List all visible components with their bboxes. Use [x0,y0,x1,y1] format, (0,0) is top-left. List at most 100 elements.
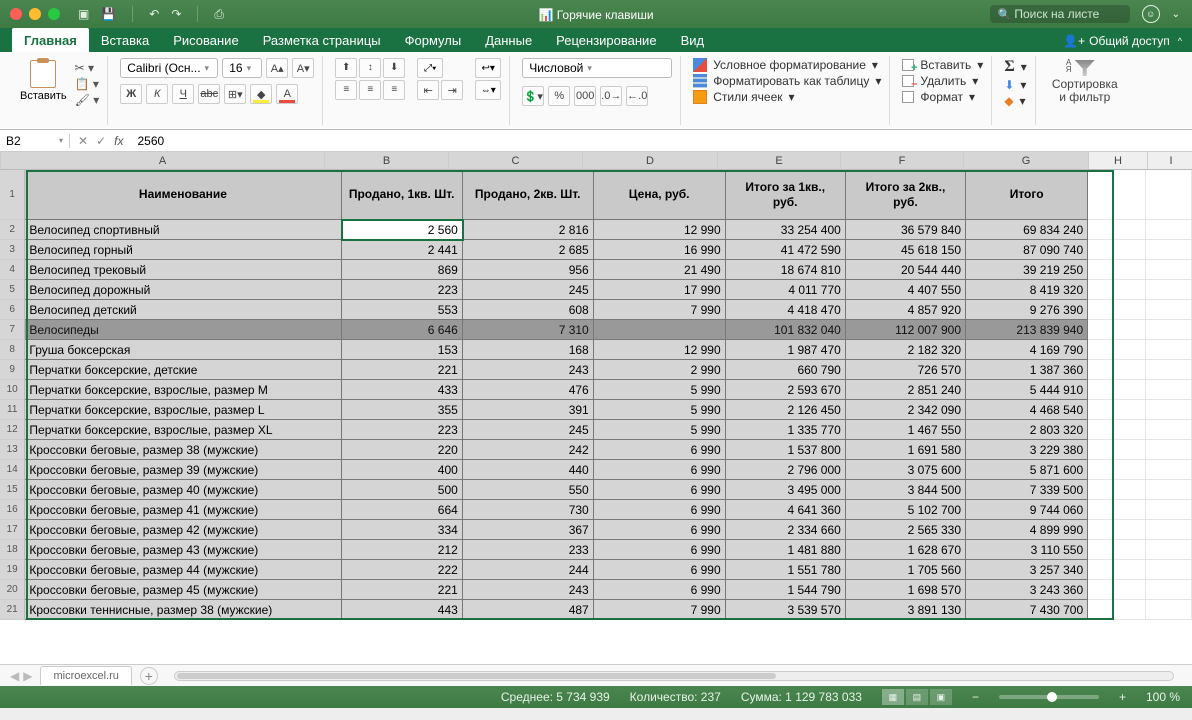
cell[interactable] [1088,220,1146,240]
row-header[interactable]: 20 [0,580,25,600]
cell[interactable]: 7 339 500 [966,480,1088,500]
redo-icon[interactable]: ↷ [171,7,181,21]
cell[interactable]: 153 [342,340,463,360]
cell[interactable]: 2 796 000 [726,460,846,480]
cell[interactable] [1088,170,1146,220]
cell[interactable] [1146,380,1192,400]
cell[interactable]: Продано, 1кв. Шт. [342,170,463,220]
col-header-F[interactable]: F [841,152,964,169]
cell[interactable]: Кроссовки беговые, размер 39 (мужские) [25,460,341,480]
cell[interactable]: Продано, 2кв. Шт. [463,170,594,220]
cell[interactable] [1146,560,1192,580]
cell[interactable]: 391 [463,400,594,420]
col-header-D[interactable]: D [583,152,718,169]
cell[interactable]: 7 430 700 [966,600,1088,620]
formula-input[interactable]: 2560 [131,134,170,148]
cell[interactable]: 4 169 790 [966,340,1088,360]
cell[interactable]: Перчатки боксерские, взрослые, размер XL [25,420,341,440]
row-header[interactable]: 13 [0,440,25,460]
clear-button[interactable]: ◆ ▾ [1004,94,1027,108]
cell[interactable]: 242 [463,440,594,460]
row-header[interactable]: 21 [0,600,25,620]
horizontal-scrollbar[interactable] [174,671,1174,681]
cell[interactable]: 4 011 770 [726,280,846,300]
cell[interactable]: 3 257 340 [966,560,1088,580]
align-top[interactable]: ⬆ [335,58,357,78]
cell[interactable]: 233 [463,540,594,560]
row-header[interactable]: 11 [0,400,25,420]
cell[interactable] [1088,400,1146,420]
decrease-font-icon[interactable]: A▾ [292,58,314,78]
cell[interactable]: 5 990 [594,420,726,440]
row-header[interactable]: 16 [0,500,25,520]
cell[interactable]: 245 [463,280,594,300]
cell[interactable]: Велосипед дорожный [25,280,341,300]
merge-button[interactable]: ⇔▾ [475,80,501,100]
bold-button[interactable]: Ж [120,84,142,104]
cell[interactable]: Кроссовки беговые, размер 45 (мужские) [25,580,341,600]
confirm-formula-icon[interactable]: ✓ [96,134,106,148]
cell[interactable] [1146,170,1192,220]
cell[interactable]: 223 [342,420,463,440]
cell[interactable]: 223 [342,280,463,300]
fill-button[interactable]: ⬇ ▾ [1004,78,1027,92]
cell[interactable]: 1 387 360 [966,360,1088,380]
cell[interactable]: 2 126 450 [726,400,846,420]
cell[interactable]: 1 551 780 [726,560,846,580]
row-header[interactable]: 2 [0,220,25,240]
cell[interactable]: 221 [342,580,463,600]
sheet-tab[interactable]: microexcel.ru [40,666,131,685]
cell[interactable]: 1 628 670 [846,540,966,560]
row-header[interactable]: 19 [0,560,25,580]
fill-color-button[interactable]: ◆ [250,84,272,104]
cell[interactable] [1146,340,1192,360]
col-header-I[interactable]: I [1148,152,1192,169]
paste-button[interactable]: Вставить [16,58,71,107]
cell[interactable]: 476 [463,380,594,400]
sheet-nav-next[interactable]: ▶ [23,669,32,683]
cell[interactable]: 4 899 990 [966,520,1088,540]
percent-button[interactable]: % [548,86,570,106]
row-header[interactable]: 18 [0,540,25,560]
cell[interactable]: 16 990 [594,240,726,260]
autosave-icon[interactable]: 💾 [101,7,116,21]
cell[interactable]: 6 990 [594,580,726,600]
ribbon-tab-6[interactable]: Рецензирование [544,28,668,52]
cell[interactable]: Кроссовки беговые, размер 40 (мужские) [25,480,341,500]
cell[interactable] [1146,360,1192,380]
ribbon-tab-7[interactable]: Вид [669,28,717,52]
cell[interactable] [1146,260,1192,280]
cell[interactable] [1088,500,1146,520]
cell[interactable] [1146,480,1192,500]
cell[interactable]: 9 744 060 [966,500,1088,520]
row-header[interactable]: 12 [0,420,25,440]
cell[interactable]: 5 871 600 [966,460,1088,480]
cell[interactable]: 2 182 320 [846,340,966,360]
cell[interactable]: 243 [463,360,594,380]
cell[interactable]: 6 990 [594,560,726,580]
comma-button[interactable]: 000 [574,86,596,106]
cell[interactable]: 3 110 550 [966,540,1088,560]
cell[interactable]: Кроссовки теннисные, размер 38 (мужские) [25,600,341,620]
cell[interactable]: Велосипед трековый [25,260,341,280]
cell[interactable]: 4 857 920 [846,300,966,320]
cell[interactable] [1088,420,1146,440]
view-page-layout[interactable]: ▤ [906,689,928,705]
cell[interactable] [1088,340,1146,360]
cell[interactable]: 45 618 150 [846,240,966,260]
cell[interactable] [1088,240,1146,260]
wrap-text-button[interactable]: ↩▾ [475,58,501,78]
row-header[interactable]: 5 [0,280,25,300]
cell[interactable]: 17 990 [594,280,726,300]
cell[interactable] [1088,360,1146,380]
undo-icon[interactable]: ↶ [149,7,159,21]
cell[interactable]: 245 [463,420,594,440]
view-normal[interactable]: ▦ [882,689,904,705]
cell[interactable] [1088,520,1146,540]
cell[interactable]: 367 [463,520,594,540]
add-sheet-button[interactable]: + [140,667,158,685]
cell[interactable] [1146,300,1192,320]
cell[interactable] [1146,460,1192,480]
cell[interactable]: 8 419 320 [966,280,1088,300]
font-color-button[interactable]: A [276,84,298,104]
